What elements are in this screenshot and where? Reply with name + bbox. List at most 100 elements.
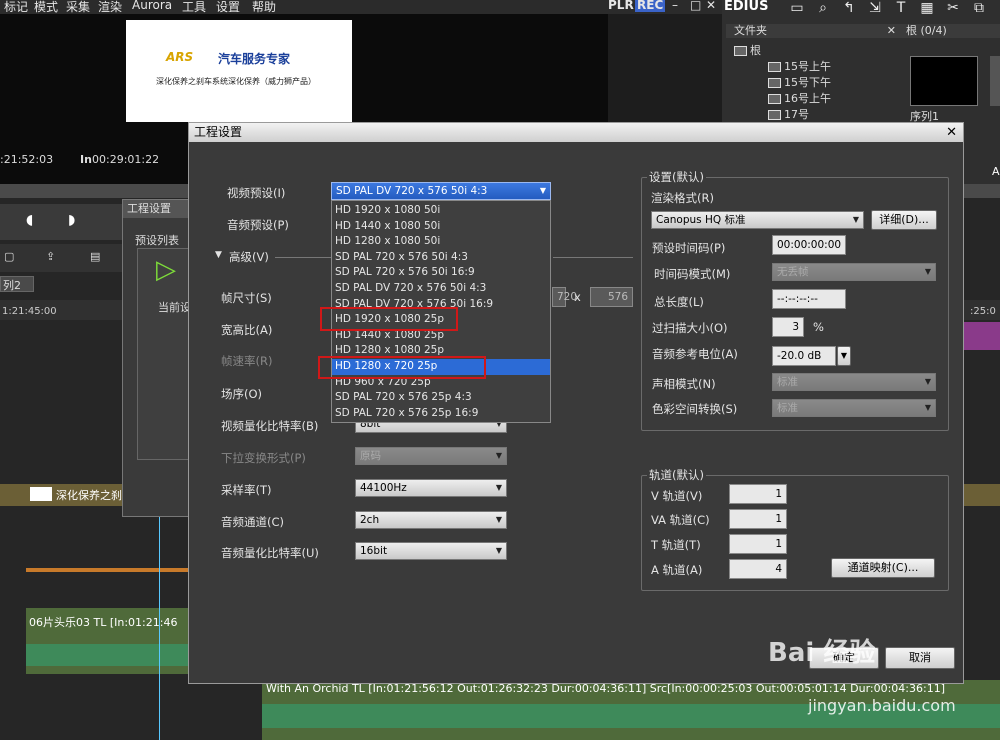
folder-icon[interactable]: ▭ (788, 0, 806, 16)
tree-item[interactable]: 15号下午 (768, 74, 831, 90)
color-space-select[interactable]: 标准 ▼ (772, 399, 936, 417)
video-preset-value: SD PAL DV 720 x 576 50i 4:3 (336, 185, 488, 197)
audio-clip-name: 06片头乐03 TL [In:01:21:46 (29, 616, 178, 629)
video-clip-right[interactable] (964, 484, 1000, 506)
tree-item[interactable]: 16号上午 (768, 90, 831, 106)
bg-project-title-bar: 工程设置 (123, 200, 189, 218)
plr-label[interactable]: PLR (608, 0, 634, 12)
preset-option[interactable]: HD 1440 x 1080 50i (332, 219, 550, 235)
restore-icon[interactable]: □ (690, 0, 701, 12)
minimize-icon[interactable]: – (672, 0, 678, 12)
preset-list-label: 预设列表 (135, 234, 179, 247)
audio-channel-label: 音频通道(C) (221, 515, 285, 529)
audio-ref-input[interactable]: -20.0 dB (772, 346, 836, 366)
up-icon[interactable]: ↰ (840, 0, 858, 16)
save-icon[interactable]: ▤ (90, 250, 100, 263)
watermark-logo: Bai 经验 (768, 632, 968, 668)
app-name: EDIUS (724, 0, 769, 14)
collapse-triangle-icon[interactable]: ▼ (215, 250, 222, 260)
total-length-input[interactable]: --:--:--:-- (772, 289, 846, 309)
preset-option[interactable]: SD PAL 720 x 576 25p 4:3 (332, 390, 550, 406)
preset-option[interactable]: SD PAL 720 x 576 50i 4:3 (332, 250, 550, 266)
current-setting-label: 当前设 (158, 301, 191, 314)
preset-option[interactable]: SD PAL 720 x 576 25p 16:9 (332, 406, 550, 422)
audio-clip[interactable]: 06片头乐03 TL [In:01:21:46 (26, 608, 188, 674)
sequence-tab[interactable]: 列2 (0, 276, 34, 292)
waveform (26, 644, 188, 666)
open-icon[interactable]: ⇪ (46, 250, 55, 263)
audio-channel-select[interactable]: 2ch ▼ (355, 511, 507, 529)
preset-option[interactable]: HD 1280 x 1080 50i (332, 234, 550, 250)
menu-mark[interactable]: 标记 (4, 0, 28, 15)
video-preset-label: 视频预设(I) (227, 186, 286, 200)
import-icon[interactable]: ⇲ (866, 0, 884, 16)
bin-header-label: 根 (0/4) (906, 24, 947, 37)
folder-icon (768, 110, 781, 120)
color-bar-icon[interactable]: ▦ (918, 0, 936, 16)
mark-out-icon[interactable]: ◗ (68, 212, 75, 228)
clip-thumbnail[interactable] (990, 56, 1000, 106)
close-icon[interactable]: ✕ (706, 0, 716, 12)
menu-capture[interactable]: 采集 (66, 0, 90, 15)
menu-help[interactable]: 帮助 (252, 0, 276, 15)
preset-option[interactable]: SD PAL DV 720 x 576 50i 4:3 (332, 281, 550, 297)
render-format-select[interactable]: Canopus HQ 标准 ▼ (651, 211, 864, 229)
menu-settings[interactable]: 设置 (216, 0, 240, 15)
v-track-input[interactable]: 1 (729, 484, 787, 504)
audio-quant-select[interactable]: 16bit ▼ (355, 542, 507, 560)
preset-option[interactable]: HD 1920 x 1080 50i (332, 203, 550, 219)
pulldown-select[interactable]: 原码 ▼ (355, 447, 507, 465)
copy-icon[interactable]: ⧉ (970, 0, 988, 16)
channel-map-button[interactable]: 通道映射(C)... (831, 558, 935, 578)
chevron-down-icon: ▼ (924, 403, 932, 412)
title-icon[interactable]: T (892, 0, 910, 16)
folder-header-label: 文件夹 (734, 24, 767, 37)
video-preset-select[interactable]: SD PAL DV 720 x 576 50i 4:3 ▼ (331, 182, 551, 200)
menu-tools[interactable]: 工具 (182, 0, 206, 15)
search-icon[interactable]: ⌕ (814, 0, 832, 16)
preset-timecode-value: 00:00:00:00 (777, 239, 842, 251)
frame-width-input[interactable]: 720 (552, 287, 577, 307)
preset-option[interactable]: SD PAL 720 x 576 50i 16:9 (332, 265, 550, 281)
advanced-label[interactable]: 高级(V) (229, 249, 269, 265)
mark-in-icon[interactable]: ◖ (26, 212, 33, 228)
video-quant-label: 视频量化比特率(B) (221, 419, 319, 433)
sample-rate-select[interactable]: 44100Hz ▼ (355, 479, 507, 497)
tree-item[interactable]: 17号 (768, 106, 809, 122)
overscan-unit: % (813, 320, 824, 334)
watermark-url: jingyan.baidu.com (808, 696, 956, 715)
menu-render[interactable]: 渲染 (98, 0, 122, 15)
annotation-box (318, 356, 486, 379)
preset-list[interactable]: ▷ 当前设 (137, 248, 191, 460)
ruler-timecode-right: :25:0 (970, 306, 996, 317)
preset-timecode-label: 预设时间码(P) (652, 241, 726, 255)
timecode-mode-select[interactable]: 无丢帧 ▼ (772, 263, 936, 281)
frame-height-input[interactable]: 576 (590, 287, 633, 307)
a-track-input[interactable]: 4 (729, 559, 787, 579)
chevron-down-icon: ▼ (539, 186, 547, 195)
detail-button[interactable]: 详细(D)... (871, 210, 937, 230)
new-icon[interactable]: ▢ (4, 250, 14, 263)
tree-item[interactable]: 15号上午 (768, 58, 831, 74)
menu-mode[interactable]: 模式 (34, 0, 58, 15)
menu-aurora[interactable]: Aurora (132, 0, 172, 12)
preset-timecode-input[interactable]: 00:00:00:00 (772, 235, 846, 255)
frame-height-value: 576 (607, 291, 628, 303)
menu-bar: 标记 模式 采集 渲染 Aurora 工具 设置 帮助 PLR REC – □ … (0, 0, 722, 14)
folder-icon (734, 46, 747, 56)
t-track-input[interactable]: 1 (729, 534, 787, 554)
cut-icon[interactable]: ✂ (944, 0, 962, 16)
tree-item-root[interactable]: 根 (734, 42, 761, 58)
rec-label[interactable]: REC (635, 0, 666, 12)
overscan-input[interactable]: 3 (772, 317, 804, 337)
folder-close-icon[interactable]: ✕ (887, 24, 896, 38)
dialog-close-icon[interactable]: ✕ (946, 123, 957, 142)
audio-ref-dropdown-icon[interactable]: ▼ (837, 346, 851, 366)
sequence-thumbnail[interactable] (910, 56, 978, 106)
sound-mode-select[interactable]: 标准 ▼ (772, 373, 936, 391)
tree-label: 根 (750, 44, 761, 57)
va-track-input[interactable]: 1 (729, 509, 787, 529)
timecode-mode-value: 无丢帧 (777, 266, 809, 278)
clip-block[interactable] (964, 322, 1000, 350)
va-track-label: VA 轨道(C) (651, 513, 710, 527)
